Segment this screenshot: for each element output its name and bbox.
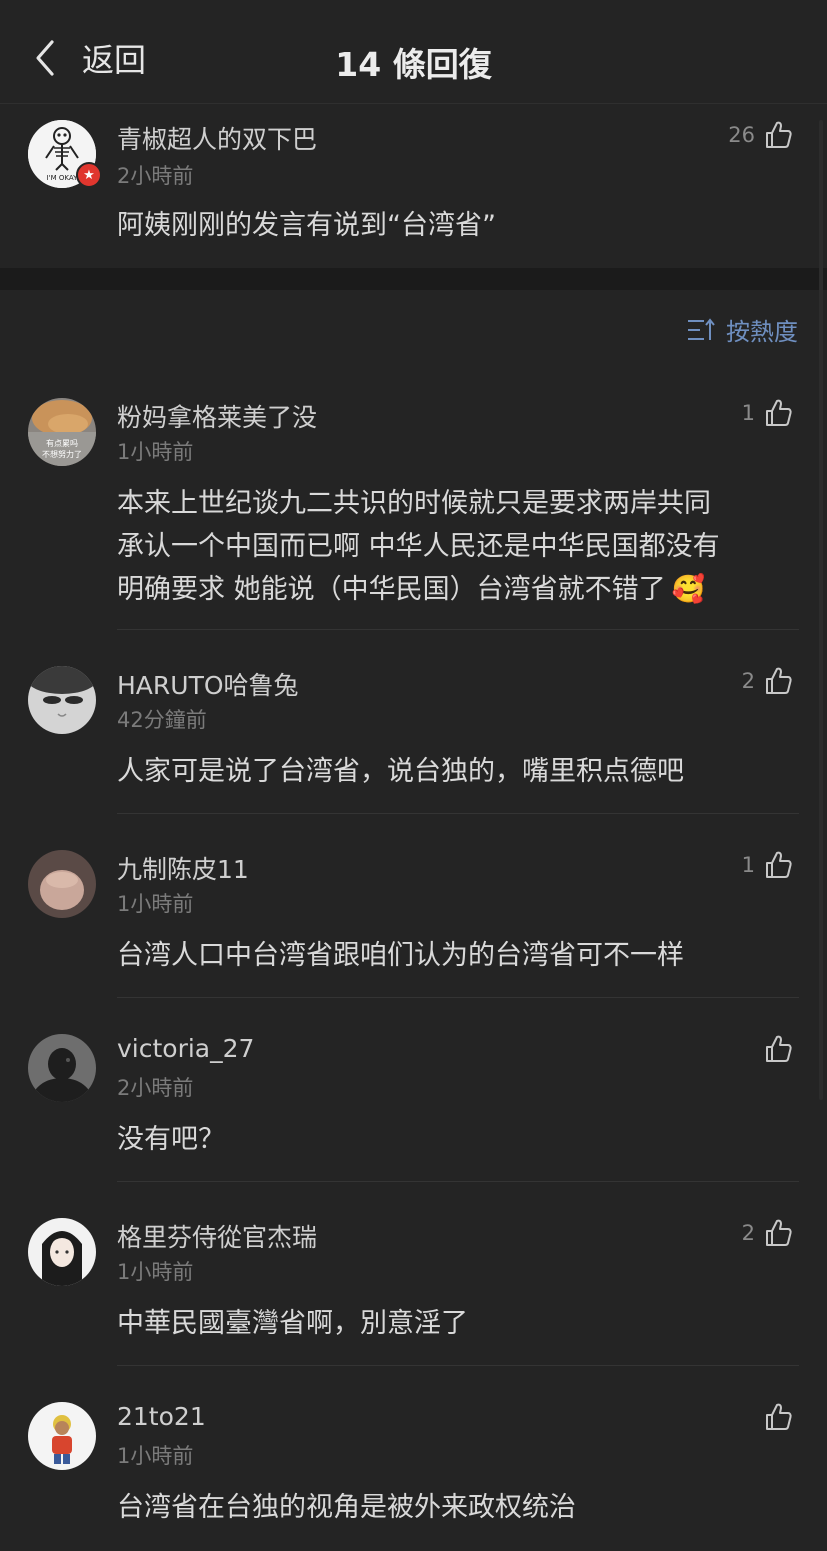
thumbs-up-icon — [766, 1219, 792, 1246]
sort-icon — [688, 317, 715, 340]
divider — [117, 1181, 799, 1182]
fist-avatar-image — [28, 850, 96, 918]
like-button[interactable]: 26 — [728, 120, 793, 150]
list-item: 21to21 1小時前 台湾省在台独的视角是被外来政权统治 — [0, 1388, 827, 1551]
comment-text: 本来上世纪谈九二共识的时候就只是要求两岸共同 承认一个中国而已啊 中华人民还是中… — [117, 482, 807, 611]
avatar-caption-line: 不想努力了 — [42, 449, 82, 459]
list-item: 九制陈皮11 1小時前 1 台湾人口中台湾省跟咱们认为的台湾省可不一样 — [0, 836, 827, 998]
avatar[interactable]: 有点累吗 不想努力了 — [28, 398, 96, 466]
timestamp: 1小時前 — [117, 892, 194, 916]
cat-avatar-image: 有点累吗 不想努力了 — [28, 398, 96, 466]
comment-line: 承认一个中国而已啊 中华人民还是中华民国都没有 — [117, 531, 720, 562]
thumbs-up-icon — [766, 851, 792, 878]
comment-text: 台湾人口中台湾省跟咱们认为的台湾省可不一样 — [117, 940, 684, 971]
thumbs-up-icon — [766, 399, 792, 426]
avatar[interactable] — [28, 666, 96, 734]
like-count: 2 — [741, 1221, 755, 1245]
thumbs-up-icon — [766, 121, 792, 148]
cartoon-avatar-image — [28, 1402, 96, 1470]
emoji-icon: 🥰 — [671, 574, 706, 605]
avatar-caption-line: 有点累吗 — [46, 438, 78, 448]
thumbs-up-icon — [766, 1035, 792, 1062]
sort-button[interactable]: 按熱度 — [686, 312, 798, 347]
like-count: 1 — [741, 853, 755, 877]
timestamp: 2小時前 — [117, 164, 194, 188]
comment-text: 人家可是说了台湾省，说台独的，嘴里积点德吧 — [117, 756, 684, 787]
thumbs-up-icon — [766, 1403, 792, 1430]
comment-text: 中華民國臺灣省啊，別意淫了 — [117, 1308, 468, 1339]
like-button[interactable] — [755, 1402, 793, 1432]
comment-text: 阿姨刚刚的发言有说到“台湾省” — [117, 210, 496, 241]
comment-text: 没有吧？ — [117, 1124, 225, 1155]
avatar[interactable] — [28, 1218, 96, 1286]
like-button[interactable]: 1 — [742, 850, 793, 880]
face-avatar-image — [28, 666, 96, 734]
comment-line: 本来上世纪谈九二共识的时候就只是要求两岸共同 — [117, 488, 711, 519]
timestamp: 1小時前 — [117, 1444, 194, 1468]
username[interactable]: 格里芬侍從官杰瑞 — [117, 1218, 317, 1254]
divider — [117, 997, 799, 998]
sort-label: 按熱度 — [726, 318, 798, 346]
list-item: 格里芬侍從官杰瑞 1小時前 2 中華民國臺灣省啊，別意淫了 — [0, 1204, 827, 1366]
scrollbar[interactable] — [819, 120, 823, 1100]
comment-line: 明确要求 她能说（中华民国）台湾省就不错了 🥰 — [117, 574, 706, 605]
avatar-caption: I'M OKAY — [47, 174, 78, 182]
username[interactable]: victoria_27 — [117, 1034, 254, 1063]
timestamp: 42分鐘前 — [117, 708, 207, 732]
like-count: 26 — [728, 123, 755, 147]
root-comment: I'M OKAY ★ 青椒超人的双下巴 2小時前 26 阿姨刚刚的发言有说到“台… — [0, 104, 827, 268]
comment-text: 台湾省在台独的视角是被外来政权统治 — [117, 1492, 576, 1523]
like-button[interactable] — [755, 1034, 793, 1064]
star-badge-icon: ★ — [76, 162, 102, 188]
divider — [117, 1365, 799, 1366]
timestamp: 1小時前 — [117, 1260, 194, 1284]
username[interactable]: 九制陈皮11 — [117, 850, 249, 886]
like-button[interactable]: 2 — [742, 1218, 793, 1248]
username[interactable]: 粉妈拿格莱美了没 — [117, 398, 317, 434]
list-item: 有点累吗 不想努力了 粉妈拿格莱美了没 1小時前 1 本来上世纪谈九二共识的时候… — [0, 384, 827, 630]
avatar[interactable] — [28, 1402, 96, 1470]
avatar[interactable] — [28, 850, 96, 918]
like-count: 1 — [741, 401, 755, 425]
like-button[interactable]: 1 — [742, 398, 793, 428]
list-item: victoria_27 2小時前 没有吧？ — [0, 1020, 827, 1182]
thumbs-up-icon — [766, 667, 792, 694]
username[interactable]: 青椒超人的双下巴 — [117, 120, 317, 156]
like-count: 2 — [741, 669, 755, 693]
divider — [117, 629, 799, 630]
anime-girl-avatar-image — [28, 1218, 96, 1286]
list-item: HARUTO哈鲁兔 42分鐘前 2 人家可是说了台湾省，说台独的，嘴里积点德吧 — [0, 652, 827, 814]
like-button[interactable]: 2 — [742, 666, 793, 696]
username[interactable]: HARUTO哈鲁兔 — [117, 666, 299, 702]
section-divider — [0, 268, 827, 290]
page-title: 14 條回復 — [335, 45, 492, 84]
timestamp: 1小時前 — [117, 440, 194, 464]
top-bar: 返回 14 條回復 — [0, 0, 827, 104]
avatar[interactable] — [28, 1034, 96, 1102]
username[interactable]: 21to21 — [117, 1402, 206, 1431]
dark-figure-avatar-image — [28, 1034, 96, 1102]
timestamp: 2小時前 — [117, 1076, 194, 1100]
divider — [117, 813, 799, 814]
